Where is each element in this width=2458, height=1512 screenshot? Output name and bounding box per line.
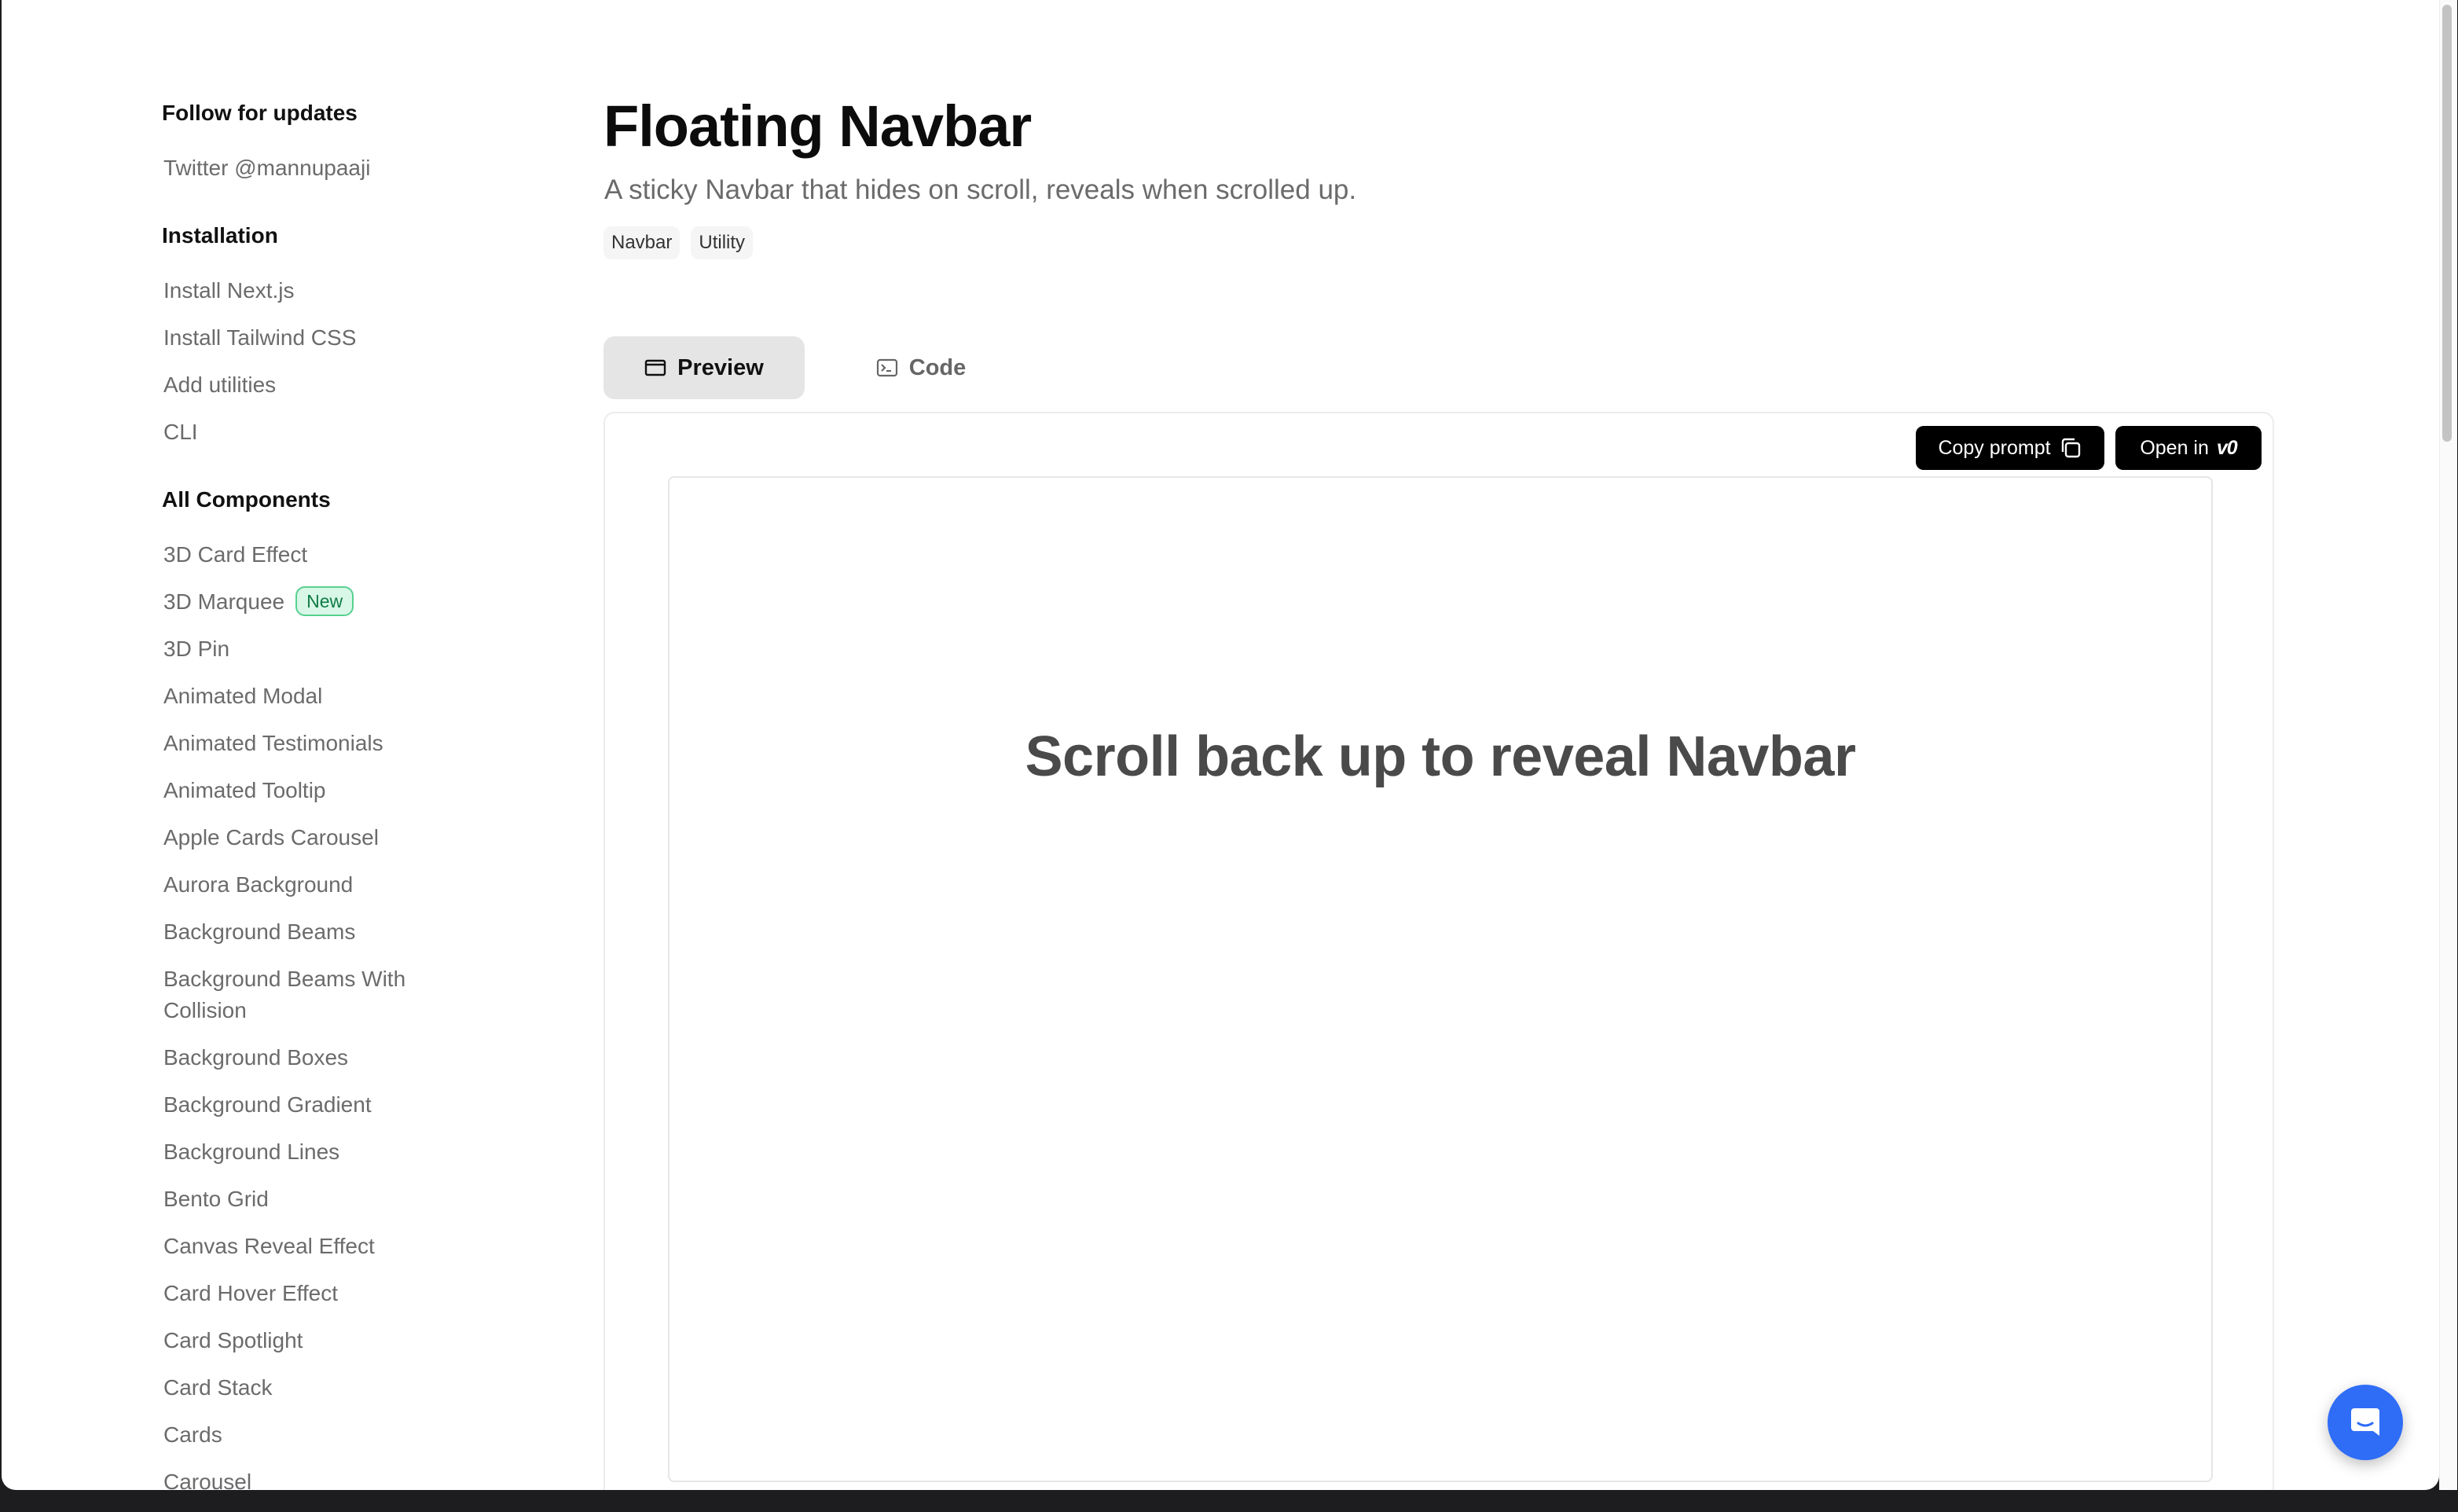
sidebar-link-install-nextjs[interactable]: Install Next.js bbox=[163, 275, 295, 306]
sidebar-link-apple-cards-carousel[interactable]: Apple Cards Carousel bbox=[163, 822, 379, 853]
sidebar-link-install-tailwind[interactable]: Install Tailwind CSS bbox=[163, 322, 356, 354]
tag-navbar: Navbar bbox=[603, 226, 681, 259]
tag-utility: Utility bbox=[691, 226, 754, 259]
sidebar-heading-follow: Follow for updates bbox=[162, 101, 358, 125]
sidebar-link-bento-grid[interactable]: Bento Grid bbox=[163, 1184, 269, 1215]
sidebar-link-aurora-background[interactable]: Aurora Background bbox=[163, 869, 353, 901]
sidebar-link-twitter[interactable]: Twitter @mannupaaji bbox=[163, 152, 370, 184]
sidebar-link-3d-marquee[interactable]: 3D Marquee New bbox=[163, 585, 354, 618]
sidebar-link-background-gradient[interactable]: Background Gradient bbox=[163, 1089, 372, 1121]
sidebar-link-card-hover-effect[interactable]: Card Hover Effect bbox=[163, 1278, 338, 1309]
terminal-icon bbox=[876, 358, 897, 377]
page-title: Floating Navbar bbox=[603, 94, 1032, 159]
copy-prompt-label: Copy prompt bbox=[1938, 436, 2051, 459]
sidebar-link-animated-modal[interactable]: Animated Modal bbox=[163, 681, 322, 712]
v0-logo: v0 bbox=[2216, 436, 2238, 459]
sidebar-link-3d-pin[interactable]: 3D Pin bbox=[163, 633, 229, 665]
sidebar-link-3d-card-effect[interactable]: 3D Card Effect bbox=[163, 539, 307, 571]
window-bottom-edge bbox=[0, 1490, 2458, 1512]
preview-iframe[interactable] bbox=[668, 476, 2213, 1482]
sidebar-link-animated-testimonials[interactable]: Animated Testimonials bbox=[163, 728, 383, 759]
sidebar-link-add-utilities[interactable]: Add utilities bbox=[163, 369, 276, 401]
sidebar-link-card-stack[interactable]: Card Stack bbox=[163, 1372, 273, 1404]
sidebar-link-canvas-reveal-effect[interactable]: Canvas Reveal Effect bbox=[163, 1231, 375, 1262]
sidebar-link-carousel[interactable]: Carousel bbox=[163, 1466, 251, 1490]
sidebar-link-label: 3D Marquee bbox=[163, 589, 285, 614]
sidebar-link-background-boxes[interactable]: Background Boxes bbox=[163, 1042, 348, 1073]
copy-icon bbox=[2061, 438, 2080, 458]
browser-window: Follow for updates Twitter @mannupaaji I… bbox=[2, 0, 2439, 1490]
tab-preview[interactable]: Preview bbox=[603, 336, 805, 399]
tab-code-label: Code bbox=[908, 354, 967, 380]
chat-bubble-icon bbox=[2351, 1408, 2379, 1436]
tag-list: Navbar Utility bbox=[603, 226, 754, 259]
sidebar-link-animated-tooltip[interactable]: Animated Tooltip bbox=[163, 775, 326, 806]
sidebar-link-card-spotlight[interactable]: Card Spotlight bbox=[163, 1325, 303, 1356]
sidebar-link-background-lines[interactable]: Background Lines bbox=[163, 1136, 339, 1168]
tab-code[interactable]: Code bbox=[855, 336, 987, 399]
sidebar-heading-installation: Installation bbox=[162, 223, 278, 248]
sidebar-link-cli[interactable]: CLI bbox=[163, 417, 198, 448]
tab-preview-label: Preview bbox=[677, 354, 764, 380]
sidebar-link-cards[interactable]: Cards bbox=[163, 1419, 222, 1451]
scrollbar-thumb[interactable] bbox=[2442, 5, 2452, 442]
window-icon bbox=[644, 359, 666, 376]
page-subtitle: A sticky Navbar that hides on scroll, re… bbox=[604, 174, 1357, 205]
copy-prompt-button[interactable]: Copy prompt bbox=[1916, 426, 2104, 470]
sidebar-link-background-beams-collision[interactable]: Background Beams With Collision bbox=[163, 963, 431, 1026]
open-in-label: Open in bbox=[2140, 436, 2209, 459]
sidebar-heading-components: All Components bbox=[162, 487, 331, 512]
preview-message: Scroll back up to reveal Navbar bbox=[1025, 725, 1856, 788]
new-badge: New bbox=[295, 585, 354, 616]
sidebar-link-background-beams[interactable]: Background Beams bbox=[163, 916, 355, 948]
chat-launcher-button[interactable] bbox=[2328, 1385, 2403, 1460]
open-in-v0-button[interactable]: Open in v0 bbox=[2115, 426, 2262, 470]
